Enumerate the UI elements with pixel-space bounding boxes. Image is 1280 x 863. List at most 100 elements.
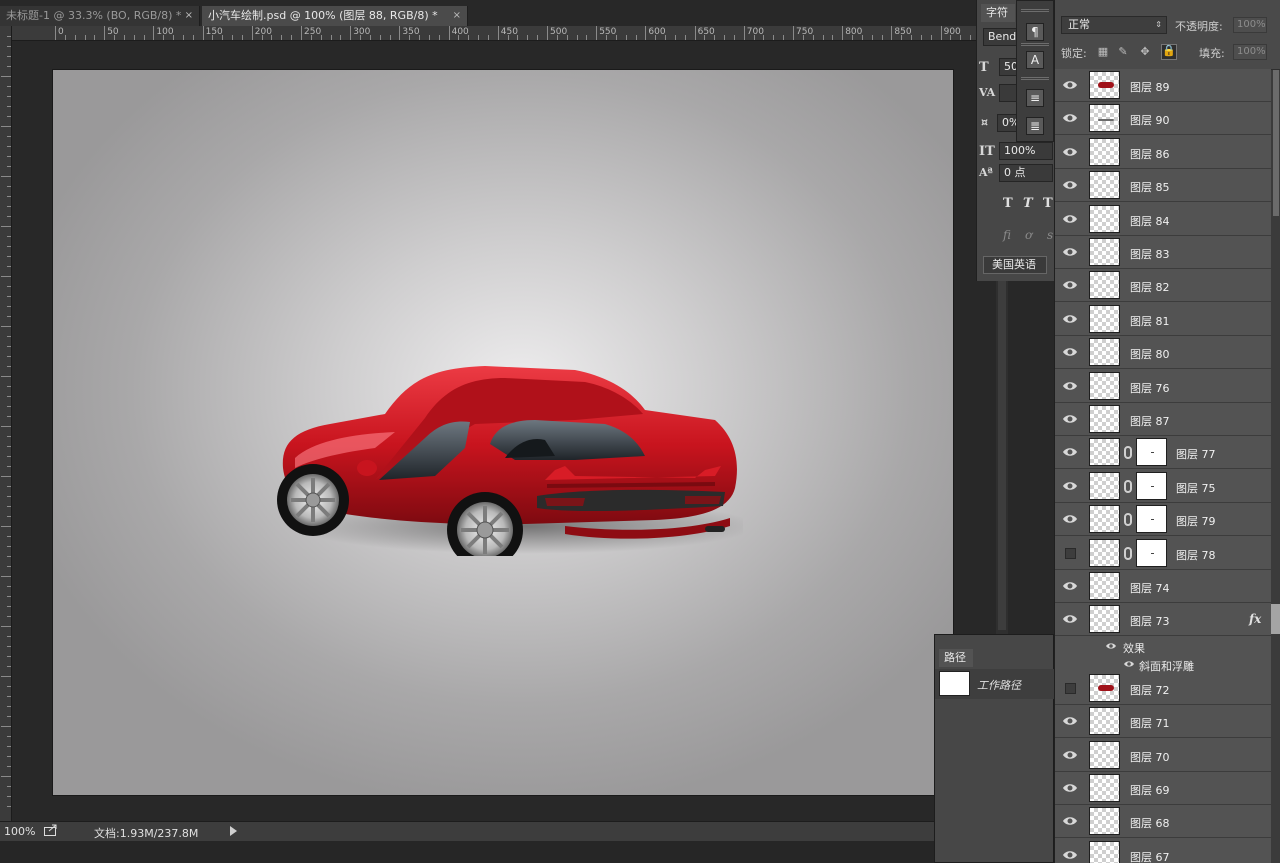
close-icon[interactable]: × — [185, 6, 193, 26]
opacity-field[interactable]: 100% — [1233, 17, 1267, 33]
layer-row[interactable]: 图层 90 — [1055, 102, 1271, 136]
eye-icon[interactable] — [1062, 612, 1078, 626]
eye-icon[interactable] — [1062, 312, 1078, 326]
layer-row[interactable]: 图层 84 — [1055, 202, 1271, 236]
zoom-level[interactable]: 100% — [4, 825, 35, 838]
layer-row[interactable]: 图层 72 — [1055, 671, 1271, 705]
dock-grip[interactable] — [1021, 77, 1049, 80]
layer-row[interactable]: 图层 74 — [1055, 570, 1271, 603]
layer-row[interactable]: 图层 86 — [1055, 135, 1271, 169]
all-caps-icon[interactable]: T — [1043, 196, 1053, 211]
eye-icon[interactable] — [1062, 848, 1078, 862]
visibility-toggle[interactable] — [1065, 682, 1076, 694]
vertical-scale-field[interactable]: 100% — [999, 142, 1053, 160]
layer-row[interactable]: 图层 79 — [1055, 503, 1271, 537]
paragraph-styles-icon[interactable]: ≣ — [1026, 117, 1044, 135]
layer-row[interactable]: 图层 76 — [1055, 369, 1271, 403]
layer-row[interactable]: 图层 83 — [1055, 236, 1271, 269]
lock-image-icon[interactable]: ✎ — [1117, 46, 1129, 58]
layer-mask-thumbnail[interactable] — [1136, 538, 1167, 567]
chain-link-icon[interactable] — [1124, 446, 1132, 460]
eye-icon[interactable] — [1062, 512, 1078, 526]
eye-icon[interactable] — [1062, 278, 1078, 292]
layer-row[interactable]: 图层 89 — [1055, 69, 1271, 102]
eye-icon[interactable] — [1062, 111, 1078, 125]
tab-character[interactable]: 字符 — [981, 4, 1015, 22]
ruler-tick — [7, 606, 11, 607]
eye-icon[interactable] — [1062, 212, 1078, 226]
eye-icon[interactable] — [1062, 781, 1078, 795]
visibility-toggle[interactable] — [1065, 547, 1076, 559]
layer-row[interactable]: 图层 87 — [1055, 403, 1271, 436]
eye-icon[interactable] — [1062, 145, 1078, 159]
eye-icon[interactable] — [1062, 479, 1078, 493]
horizontal-ruler[interactable]: 0 50 100 150 200 250 300 350 400 450 500 550 600 650 7… — [12, 26, 976, 41]
eye-icon[interactable] — [1062, 579, 1078, 593]
eye-icon[interactable] — [1062, 379, 1078, 393]
layer-row[interactable]: 图层 69 — [1055, 772, 1271, 805]
layer-row[interactable]: 图层 68 — [1055, 805, 1271, 839]
ligature-icon[interactable]: ﬁ — [1003, 228, 1011, 242]
layer-row[interactable]: 图层 80 — [1055, 336, 1271, 370]
layer-mask-thumbnail[interactable] — [1136, 471, 1167, 500]
layer-row[interactable]: 图层 78 — [1055, 536, 1271, 570]
layer-row[interactable]: 图层 73 fx — [1055, 603, 1271, 637]
lock-position-icon[interactable]: ✥ — [1139, 46, 1151, 58]
scroll-thumb[interactable] — [1273, 70, 1279, 216]
paragraph-icon[interactable]: ¶ — [1026, 23, 1044, 41]
dock-grip[interactable] — [1021, 9, 1049, 12]
layers-scrollbar[interactable] — [1271, 70, 1280, 863]
eye-icon[interactable] — [1062, 178, 1078, 192]
scroll-thumb-secondary[interactable] — [1271, 604, 1280, 634]
eye-icon[interactable] — [1062, 714, 1078, 728]
lock-transparent-icon[interactable]: ▦ — [1097, 46, 1109, 58]
chain-link-icon[interactable] — [1124, 513, 1132, 527]
character-icon[interactable]: A — [1026, 51, 1044, 69]
layer-row[interactable]: 图层 82 — [1055, 269, 1271, 303]
layer-row[interactable]: 图层 81 — [1055, 302, 1271, 336]
lock-all-icon[interactable]: 🔒 — [1161, 44, 1177, 60]
eye-icon[interactable] — [1123, 659, 1135, 669]
layer-mask-thumbnail[interactable] — [1136, 438, 1167, 467]
eye-icon[interactable] — [1062, 445, 1078, 459]
eye-icon[interactable] — [1105, 641, 1117, 651]
eye-icon[interactable] — [1062, 345, 1078, 359]
bevel-effect-row[interactable]: 斜面和浮雕 — [1055, 654, 1271, 673]
blend-mode-select[interactable]: 正常 ⇕ — [1061, 16, 1167, 34]
character-styles-icon[interactable]: ≡ — [1026, 89, 1044, 107]
close-icon[interactable]: × — [453, 6, 461, 26]
swash-icon[interactable]: s — [1047, 228, 1053, 242]
effects-group-row[interactable]: 效果 — [1055, 636, 1271, 655]
layer-row[interactable]: 图层 75 — [1055, 469, 1271, 503]
faux-italic-icon[interactable]: T — [1023, 196, 1033, 211]
chain-link-icon[interactable] — [1124, 479, 1132, 493]
eye-icon[interactable] — [1062, 814, 1078, 828]
scroll-thumb[interactable] — [998, 280, 1006, 630]
layer-row[interactable]: 图层 85 — [1055, 169, 1271, 203]
layer-row[interactable]: 图层 67 — [1055, 838, 1271, 863]
tab-untitled[interactable]: 未标题-1 @ 33.3% (BO, RGB/8) * × — [0, 6, 200, 26]
document-canvas[interactable] — [53, 70, 953, 795]
status-menu-arrow-icon[interactable] — [230, 826, 237, 836]
layer-row[interactable]: 图层 77 — [1055, 436, 1271, 470]
baseline-shift-field[interactable]: 0 点 — [999, 164, 1053, 182]
fill-field[interactable]: 100% — [1233, 44, 1267, 60]
eye-icon[interactable] — [1062, 78, 1078, 92]
eye-icon[interactable] — [1062, 748, 1078, 762]
fx-icon[interactable]: fx — [1249, 612, 1261, 626]
path-row[interactable]: 工作路径 — [935, 669, 1055, 699]
share-icon[interactable] — [44, 824, 58, 836]
tab-car-drawing[interactable]: 小汽车绘制.psd @ 100% (图层 88, RGB/8) * × — [202, 6, 468, 26]
language-select[interactable]: 美国英语 — [983, 256, 1047, 274]
layer-row[interactable]: 图层 71 — [1055, 705, 1271, 739]
dock-grip[interactable] — [1021, 43, 1049, 46]
faux-bold-icon[interactable]: T — [1003, 196, 1013, 211]
eye-icon[interactable] — [1062, 412, 1078, 426]
layer-row[interactable]: 图层 70 — [1055, 738, 1271, 772]
eye-icon[interactable] — [1062, 245, 1078, 259]
chain-link-icon[interactable] — [1124, 546, 1132, 560]
tab-paths[interactable]: 路径 — [939, 649, 973, 667]
layer-mask-thumbnail[interactable] — [1136, 505, 1167, 534]
oldstyle-icon[interactable]: ơ — [1025, 228, 1032, 242]
vertical-ruler[interactable] — [0, 26, 12, 821]
